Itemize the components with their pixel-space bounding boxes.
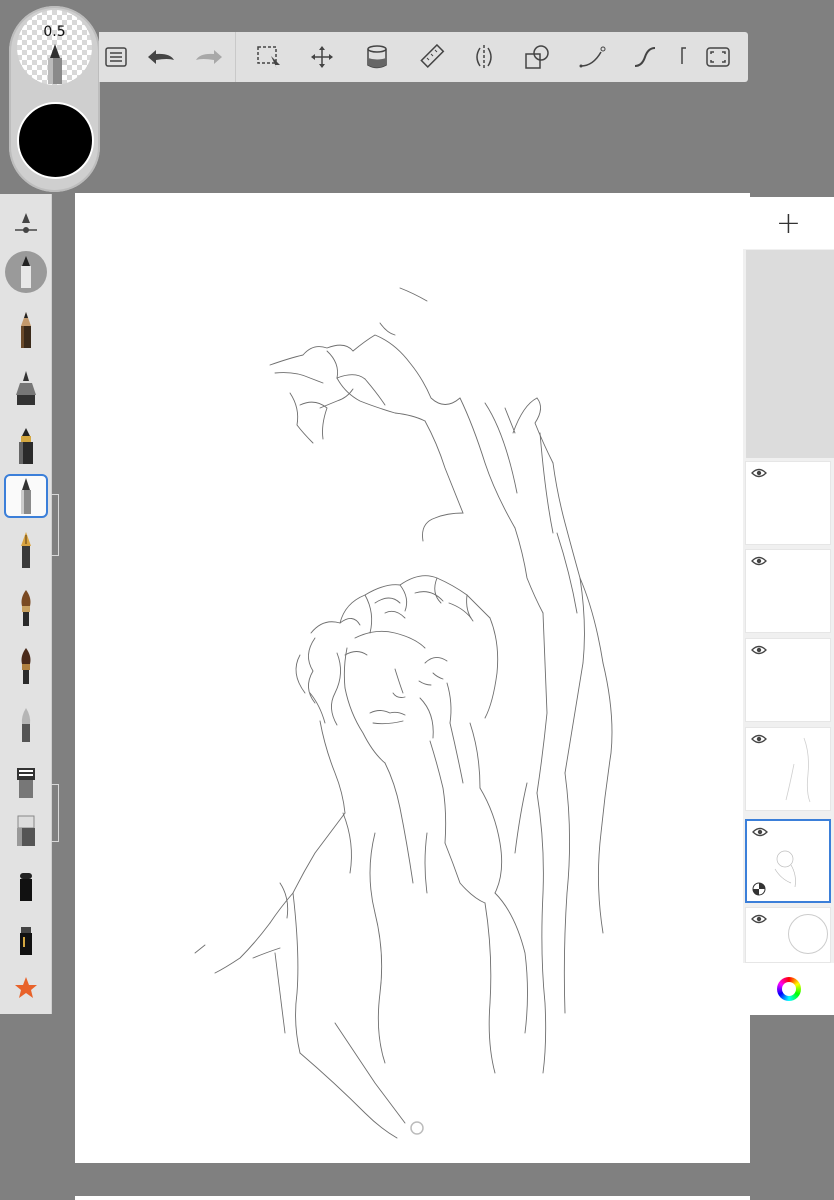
redo-icon[interactable] xyxy=(192,40,226,74)
color-wheel-button[interactable] xyxy=(743,963,834,1015)
layer-5-preview xyxy=(774,850,796,888)
sketch-artwork xyxy=(194,287,613,1139)
black-marker-flat-icon[interactable] xyxy=(4,918,48,962)
canvas-rotate-handle-icon[interactable] xyxy=(409,1120,425,1136)
layer-thumbnail-4[interactable] xyxy=(745,727,831,811)
brush-size-opacity-control[interactable]: 0.5 xyxy=(17,10,92,85)
airbrush-icon[interactable] xyxy=(4,702,48,746)
shape-icon[interactable] xyxy=(520,40,554,74)
perspective-guide-icon[interactable] xyxy=(576,40,610,74)
background-layer[interactable] xyxy=(745,907,831,963)
ballpoint-pen-icon[interactable] xyxy=(4,474,48,518)
brush-group-bracket xyxy=(51,494,59,556)
brush-puck[interactable]: 0.5 xyxy=(9,6,100,192)
color-wheel-icon xyxy=(776,977,801,1001)
transform-move-icon[interactable] xyxy=(305,40,339,74)
brush-group-bracket-2 xyxy=(51,784,59,842)
marker-icon[interactable] xyxy=(4,424,48,468)
undo-icon[interactable] xyxy=(144,40,178,74)
eye-icon[interactable] xyxy=(751,914,767,924)
black-marker-icon[interactable] xyxy=(4,864,48,908)
main-toolbar xyxy=(99,32,748,82)
layers-panel: + xyxy=(743,197,834,1015)
fullscreen-icon[interactable] xyxy=(701,40,735,74)
current-brush-preview[interactable] xyxy=(4,250,48,294)
layer-4-preview xyxy=(785,737,811,803)
current-brush-icon xyxy=(48,44,62,84)
smudge-icon[interactable] xyxy=(4,760,48,804)
ruler-icon[interactable] xyxy=(415,40,449,74)
eye-icon[interactable] xyxy=(751,468,767,478)
layer-thumbnail-1[interactable] xyxy=(745,461,831,545)
favorite-star-icon[interactable] xyxy=(4,966,48,1010)
partial-tool-icon[interactable] xyxy=(677,40,691,74)
current-color-swatch[interactable] xyxy=(17,102,94,179)
pencil-icon[interactable] xyxy=(4,308,48,352)
symmetry-icon[interactable] xyxy=(467,40,501,74)
drawing-canvas[interactable] xyxy=(75,193,750,1163)
selection-icon[interactable] xyxy=(252,40,286,74)
inking-pen-icon[interactable] xyxy=(4,366,48,410)
brush-library-rail xyxy=(0,194,59,1014)
dark-paintbrush-icon[interactable] xyxy=(4,644,48,688)
layer-thumbnail-3[interactable] xyxy=(745,638,831,722)
blend-mode-badge-icon[interactable] xyxy=(752,882,766,896)
add-layer-button[interactable]: + xyxy=(743,197,834,249)
layers-empty-area xyxy=(746,250,834,458)
eye-icon[interactable] xyxy=(751,556,767,566)
fountain-pen-icon[interactable] xyxy=(4,528,48,572)
brush-size-label: 0.5 xyxy=(43,24,66,40)
background-color-swatch[interactable] xyxy=(788,914,828,954)
toolbar-divider xyxy=(235,32,236,82)
layers-list-icon[interactable] xyxy=(99,40,133,74)
secondary-canvas-edge xyxy=(75,1196,750,1200)
stroke-curve-icon[interactable] xyxy=(628,40,662,74)
paintbrush-icon[interactable] xyxy=(4,586,48,630)
eye-icon[interactable] xyxy=(751,645,767,655)
brush-size-slider-icon[interactable] xyxy=(4,200,48,244)
layer-thumbnail-5[interactable] xyxy=(745,819,831,903)
eraser-icon[interactable] xyxy=(4,808,48,852)
fill-bucket-icon[interactable] xyxy=(360,40,394,74)
layer-thumbnail-2[interactable] xyxy=(745,549,831,633)
